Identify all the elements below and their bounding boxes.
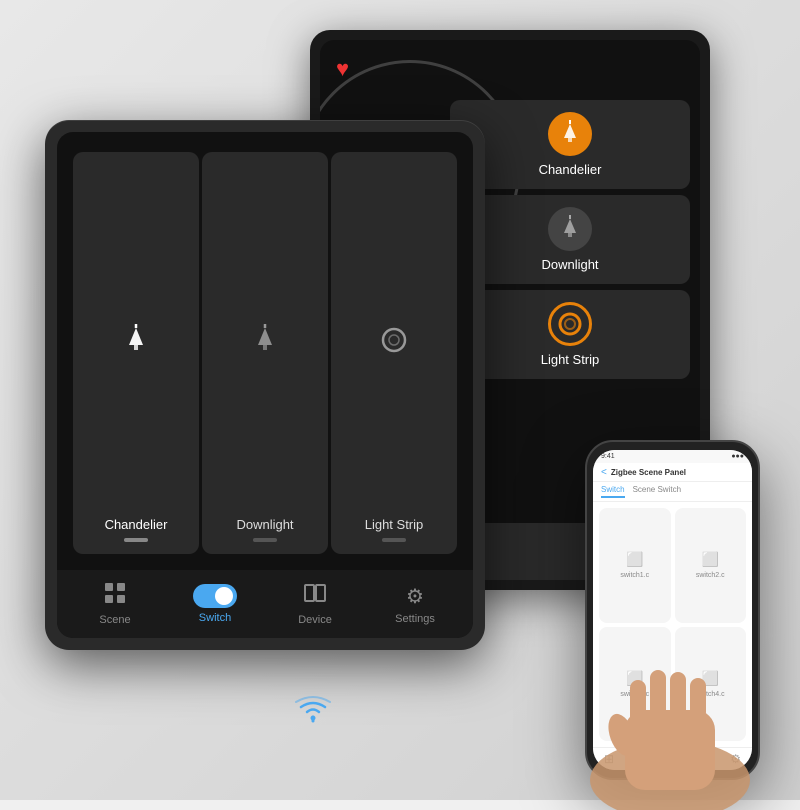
switch1-label: switch1.c xyxy=(620,572,649,579)
downlight-icon xyxy=(554,213,586,245)
downlight-dev-icon xyxy=(248,170,282,509)
light-strip-icon xyxy=(556,310,584,338)
device-btn-chandelier[interactable]: Chandelier xyxy=(73,152,199,554)
phone-status-bar: 9:41 ●●● xyxy=(593,450,752,463)
switch2-icon: ⬜ xyxy=(702,551,719,568)
downlight-label: Downlight xyxy=(541,257,598,272)
phone-signal: ●●● xyxy=(731,453,744,460)
scene-icon xyxy=(104,582,126,610)
phone-tab-switch[interactable]: Switch xyxy=(601,485,625,498)
downlight-indicator xyxy=(253,538,277,542)
light-strip-indicator xyxy=(382,538,406,542)
bottom-nav: Scene Switch Device ⚙ Settings xyxy=(57,570,473,638)
nav-scene[interactable]: Scene xyxy=(85,582,145,626)
phone-switch-item-2[interactable]: ⬜ switch2.c xyxy=(675,508,747,623)
light-strip-dev-icon xyxy=(378,170,410,509)
phone-back-arrow[interactable]: < xyxy=(601,467,607,478)
switch2-label: switch2.c xyxy=(696,572,725,579)
device-grid: Chandelier Downlight xyxy=(57,132,473,570)
light-strip-label: Light Strip xyxy=(541,352,600,367)
switch-label: Switch xyxy=(199,612,231,624)
nav-device[interactable]: Device xyxy=(285,582,345,626)
front-panel-inner: Chandelier Downlight xyxy=(57,132,473,638)
settings-nav-icon: ⚙ xyxy=(406,584,424,609)
chandelier-dev-label: Chandelier xyxy=(105,517,168,532)
back-btn-light-strip[interactable]: Light Strip xyxy=(450,290,690,379)
nav-settings[interactable]: ⚙ Settings xyxy=(385,584,445,625)
switch1-icon: ⬜ xyxy=(626,551,643,568)
hand-illustration xyxy=(570,650,770,810)
front-panel: Chandelier Downlight xyxy=(45,120,485,650)
back-btn-downlight[interactable]: Downlight xyxy=(450,195,690,284)
scene-label: Scene xyxy=(99,614,130,626)
phone-tab-scene-switch[interactable]: Scene Switch xyxy=(633,485,681,498)
chandelier-label: Chandelier xyxy=(539,162,602,177)
chandelier-indicator xyxy=(124,538,148,542)
device-btn-downlight[interactable]: Downlight xyxy=(202,152,328,554)
light-strip-icon-circle xyxy=(548,302,592,346)
device-nav-label: Device xyxy=(298,614,332,626)
phone-tabs: Switch Scene Switch xyxy=(593,482,752,502)
switch-toggle[interactable] xyxy=(193,584,237,608)
phone-time: 9:41 xyxy=(601,453,615,460)
downlight-dev-label: Downlight xyxy=(236,517,293,532)
back-btn-chandelier[interactable]: Chandelier xyxy=(450,100,690,189)
phone-header: < Zigbee Scene Panel xyxy=(593,463,752,482)
phone-title: Zigbee Scene Panel xyxy=(611,468,686,477)
chandelier-dev-icon xyxy=(119,170,153,509)
settings-nav-label: Settings xyxy=(395,613,435,625)
device-nav-icon xyxy=(304,582,326,610)
wifi-icon xyxy=(295,695,331,730)
phone: 9:41 ●●● < Zigbee Scene Panel Switch Sce… xyxy=(585,440,760,780)
downlight-icon-circle xyxy=(548,207,592,251)
device-btn-light-strip[interactable]: Light Strip xyxy=(331,152,457,554)
light-strip-dev-label: Light Strip xyxy=(365,517,424,532)
chandelier-icon xyxy=(554,118,586,150)
nav-switch[interactable]: Switch xyxy=(185,584,245,624)
chandelier-icon-circle xyxy=(548,112,592,156)
phone-switch-item-1[interactable]: ⬜ switch1.c xyxy=(599,508,671,623)
